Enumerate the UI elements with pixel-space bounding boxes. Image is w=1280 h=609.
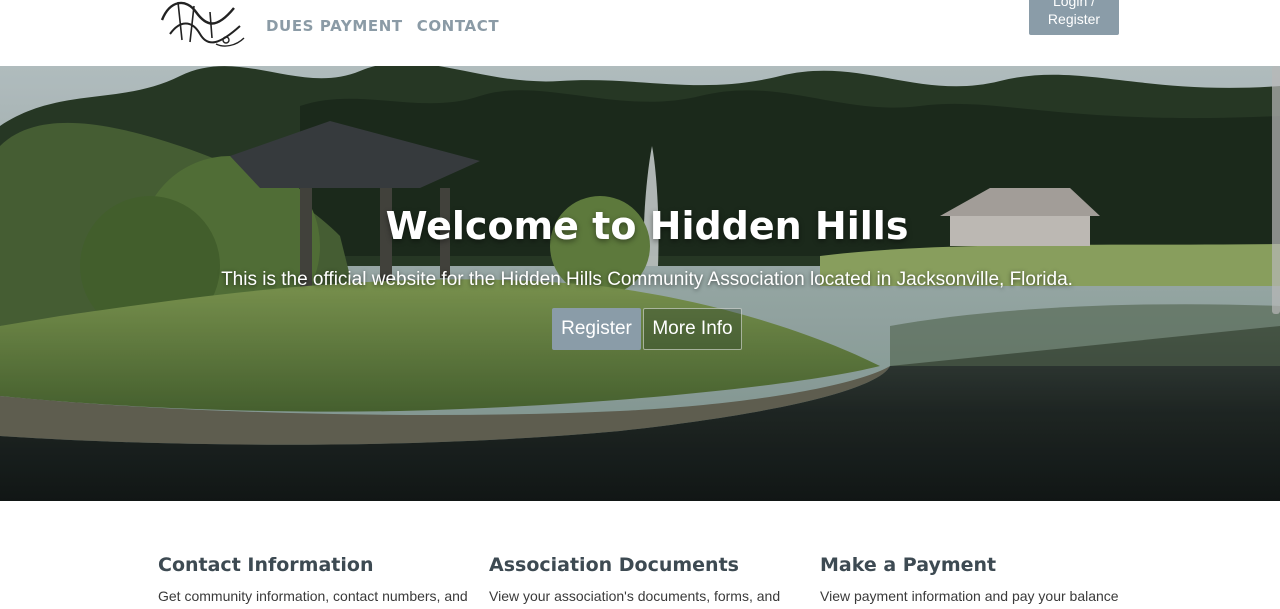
hero-title: Welcome to Hidden Hills xyxy=(385,204,909,248)
feature-contact-information[interactable]: Contact Information Get community inform… xyxy=(158,554,468,606)
feature-make-a-payment[interactable]: Make a Payment View payment information … xyxy=(820,554,1130,606)
register-label: Register xyxy=(1047,11,1101,27)
hero-banner: Welcome to Hidden Hills This is the offi… xyxy=(0,66,1280,501)
feature-text: Get community information, contact numbe… xyxy=(158,588,468,604)
more-info-button[interactable]: More Info xyxy=(643,308,742,350)
hero-subtitle: This is the official website for the Hid… xyxy=(221,269,1073,290)
hidden-hills-logo[interactable] xyxy=(156,0,248,48)
feature-title[interactable]: Association Documents xyxy=(489,554,799,576)
features-section: Contact Information Get community inform… xyxy=(0,501,1280,609)
main-nav: DUES PAYMENT CONTACT xyxy=(266,17,499,35)
feature-title[interactable]: Make a Payment xyxy=(820,554,1130,576)
site-header: DUES PAYMENT CONTACT Login / Register xyxy=(0,0,1280,66)
nav-dues-payment[interactable]: DUES PAYMENT xyxy=(266,17,403,35)
nav-contact[interactable]: CONTACT xyxy=(417,17,499,35)
feature-text: View payment information and pay your ba… xyxy=(820,588,1119,604)
register-button[interactable]: Register xyxy=(552,308,641,350)
feature-association-documents[interactable]: Association Documents View your associat… xyxy=(489,554,799,606)
login-register-button[interactable]: Login / Register xyxy=(1029,0,1119,35)
page-scrollbar[interactable] xyxy=(1272,66,1280,314)
feature-text: View your association's documents, forms… xyxy=(489,588,781,604)
feature-title[interactable]: Contact Information xyxy=(158,554,468,576)
login-label: Login / xyxy=(1052,0,1096,9)
